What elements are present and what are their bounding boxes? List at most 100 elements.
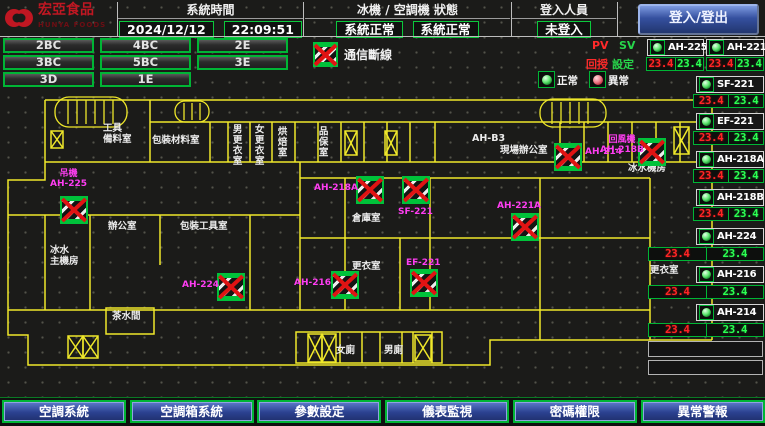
- pv-value: 23.4: [694, 170, 729, 182]
- sv-value: 23.4: [729, 208, 763, 220]
- unit-ah-225[interactable]: AH-225: [647, 39, 704, 56]
- room-label: 包裝材料室: [152, 136, 206, 147]
- floor-button-3bc[interactable]: 3BC: [3, 55, 94, 70]
- room-label: 男廁: [384, 346, 403, 357]
- nav-button-4[interactable]: 儀表監視: [385, 400, 509, 423]
- floor-button-2e[interactable]: 2E: [197, 38, 288, 53]
- floor-button-3d[interactable]: 3D: [3, 72, 94, 87]
- unit-ah-218b[interactable]: AH-218B: [696, 189, 764, 206]
- room-label: 冰水 主機房: [50, 246, 79, 267]
- unit-values-ah-225: 23.423.4: [646, 57, 704, 71]
- device-label: AH-221A: [497, 202, 541, 212]
- device-label: AH-224: [182, 281, 219, 291]
- device-icon-ah-224[interactable]: [217, 273, 245, 301]
- unit-values-ef-221: 23.423.4: [693, 131, 764, 145]
- device-icon-吊機-ah-225[interactable]: [60, 196, 88, 224]
- nav-button-3[interactable]: 參數設定: [257, 400, 381, 423]
- room-label: 品保室: [316, 126, 327, 158]
- unit-name-text: AH-225: [668, 42, 707, 53]
- normal-legend-label: 正常: [557, 73, 578, 88]
- sv-value: 23.4: [676, 58, 704, 70]
- sv-value: 23.4: [707, 248, 764, 260]
- nav-button-5[interactable]: 密碼權限: [513, 400, 637, 423]
- setting-header: 設定: [612, 56, 634, 72]
- device-icon-ah-221a[interactable]: [511, 213, 539, 241]
- device-icon-ah-218a[interactable]: [356, 176, 384, 204]
- brand-text: 宏亞食品 HUNYA FOODS: [38, 3, 106, 33]
- device-label: 吊機 AH-225: [50, 170, 87, 190]
- nav-button-6[interactable]: 異常警報: [641, 400, 765, 423]
- room-label: 現場辦公室: [500, 146, 554, 157]
- room-label: 女更衣室: [252, 124, 263, 166]
- divider: [117, 2, 118, 36]
- device-icon-ah-216[interactable]: [331, 271, 359, 299]
- unit-status-lamp: [650, 40, 665, 55]
- lamp-glyph: [702, 232, 711, 241]
- unit-name-text: SF-221: [717, 79, 754, 90]
- device-label: 回風機 AH-218B: [600, 136, 644, 156]
- lamp-glyph: [702, 155, 711, 164]
- device-icon-ah-214[interactable]: [554, 143, 582, 171]
- lamp-glyph: [702, 270, 711, 279]
- device-label: AH-216: [294, 279, 331, 289]
- divider: [0, 36, 765, 37]
- unit-values-ah-218b: 23.423.4: [693, 207, 764, 221]
- unit-status-lamp: [699, 77, 714, 92]
- shaft-x-boxes: [51, 127, 689, 362]
- unit-values-sf-221: 23.423.4: [693, 94, 764, 108]
- unit-ah-224[interactable]: AH-224: [696, 228, 764, 245]
- unit-status-lamp: [709, 40, 724, 55]
- sv-value: 23.4: [729, 132, 763, 144]
- login-logout-button[interactable]: 登入/登出: [638, 4, 759, 35]
- unit-ah-214[interactable]: AH-214: [696, 304, 764, 321]
- system-time-section: 系統時間 2024/12/12 22:09:51: [118, 2, 303, 36]
- comm-loss-legend-label: 通信斷線: [344, 46, 392, 63]
- machine-status-label: 冰機 / 空調機 狀態: [305, 2, 510, 19]
- unit-values-ah-218a: 23.423.4: [693, 169, 764, 183]
- pv-value: 23.4: [647, 58, 676, 70]
- floor-button-3e[interactable]: 3E: [197, 55, 288, 70]
- divider: [303, 2, 304, 36]
- unit-status-lamp: [699, 114, 714, 129]
- unit-sf-221[interactable]: SF-221: [696, 76, 764, 93]
- unit-ah-218a[interactable]: AH-218A: [696, 151, 764, 168]
- device-label: EF-221: [406, 259, 441, 269]
- hunya-logo: 宏亞食品 HUNYA FOODS: [4, 3, 106, 33]
- unit-values-ah-214: 23.423.4: [648, 323, 764, 337]
- logo-mark: [4, 4, 34, 32]
- feedback-header: 回授: [586, 56, 608, 72]
- spare-slot: [648, 360, 763, 375]
- room-label: 茶水間: [112, 312, 141, 323]
- stairs-icons: [55, 97, 606, 127]
- sv-value: 23.4: [736, 58, 764, 70]
- unit-status-lamp: [699, 305, 714, 320]
- device-icon-ef-221[interactable]: [410, 269, 438, 297]
- room-label: 辦公室: [108, 222, 137, 233]
- floor-button-1e[interactable]: 1E: [100, 72, 191, 87]
- login-section: 登入人員 未登入: [512, 2, 616, 36]
- unit-ah-221a[interactable]: AH-221A: [706, 39, 764, 56]
- pv-value: 23.4: [649, 248, 707, 260]
- unit-name-text: AH-218A: [717, 154, 764, 165]
- pv-value: 23.4: [649, 324, 707, 336]
- unit-ef-221[interactable]: EF-221: [696, 113, 764, 130]
- unit-name-text: AH-221A: [727, 42, 765, 53]
- pv-value: 23.4: [707, 58, 736, 70]
- floor-button-5bc[interactable]: 5BC: [100, 55, 191, 70]
- floor-button-4bc[interactable]: 4BC: [100, 38, 191, 53]
- spare-slot: [648, 341, 763, 357]
- device-icon-sf-221[interactable]: [402, 176, 430, 204]
- nav-button-2[interactable]: 空調箱系統: [130, 400, 254, 423]
- unit-ah-216[interactable]: AH-216: [696, 266, 764, 283]
- pv-value: 23.4: [649, 286, 707, 298]
- floor-button-2bc[interactable]: 2BC: [3, 38, 94, 53]
- nav-button-1[interactable]: 空調系統: [2, 400, 126, 423]
- pv-value: 23.4: [694, 208, 729, 220]
- unit-name-text: AH-214: [717, 307, 756, 318]
- unit-name-text: AH-224: [717, 231, 756, 242]
- unit-values-ah-224: 23.423.4: [648, 247, 764, 261]
- lamp-glyph: [702, 308, 711, 317]
- hmi-screen: 宏亞食品 HUNYA FOODS 系統時間 2024/12/12 22:09:5…: [0, 0, 765, 426]
- room-label: 烘焙室: [275, 126, 286, 158]
- device-label: AH-218A: [314, 184, 358, 194]
